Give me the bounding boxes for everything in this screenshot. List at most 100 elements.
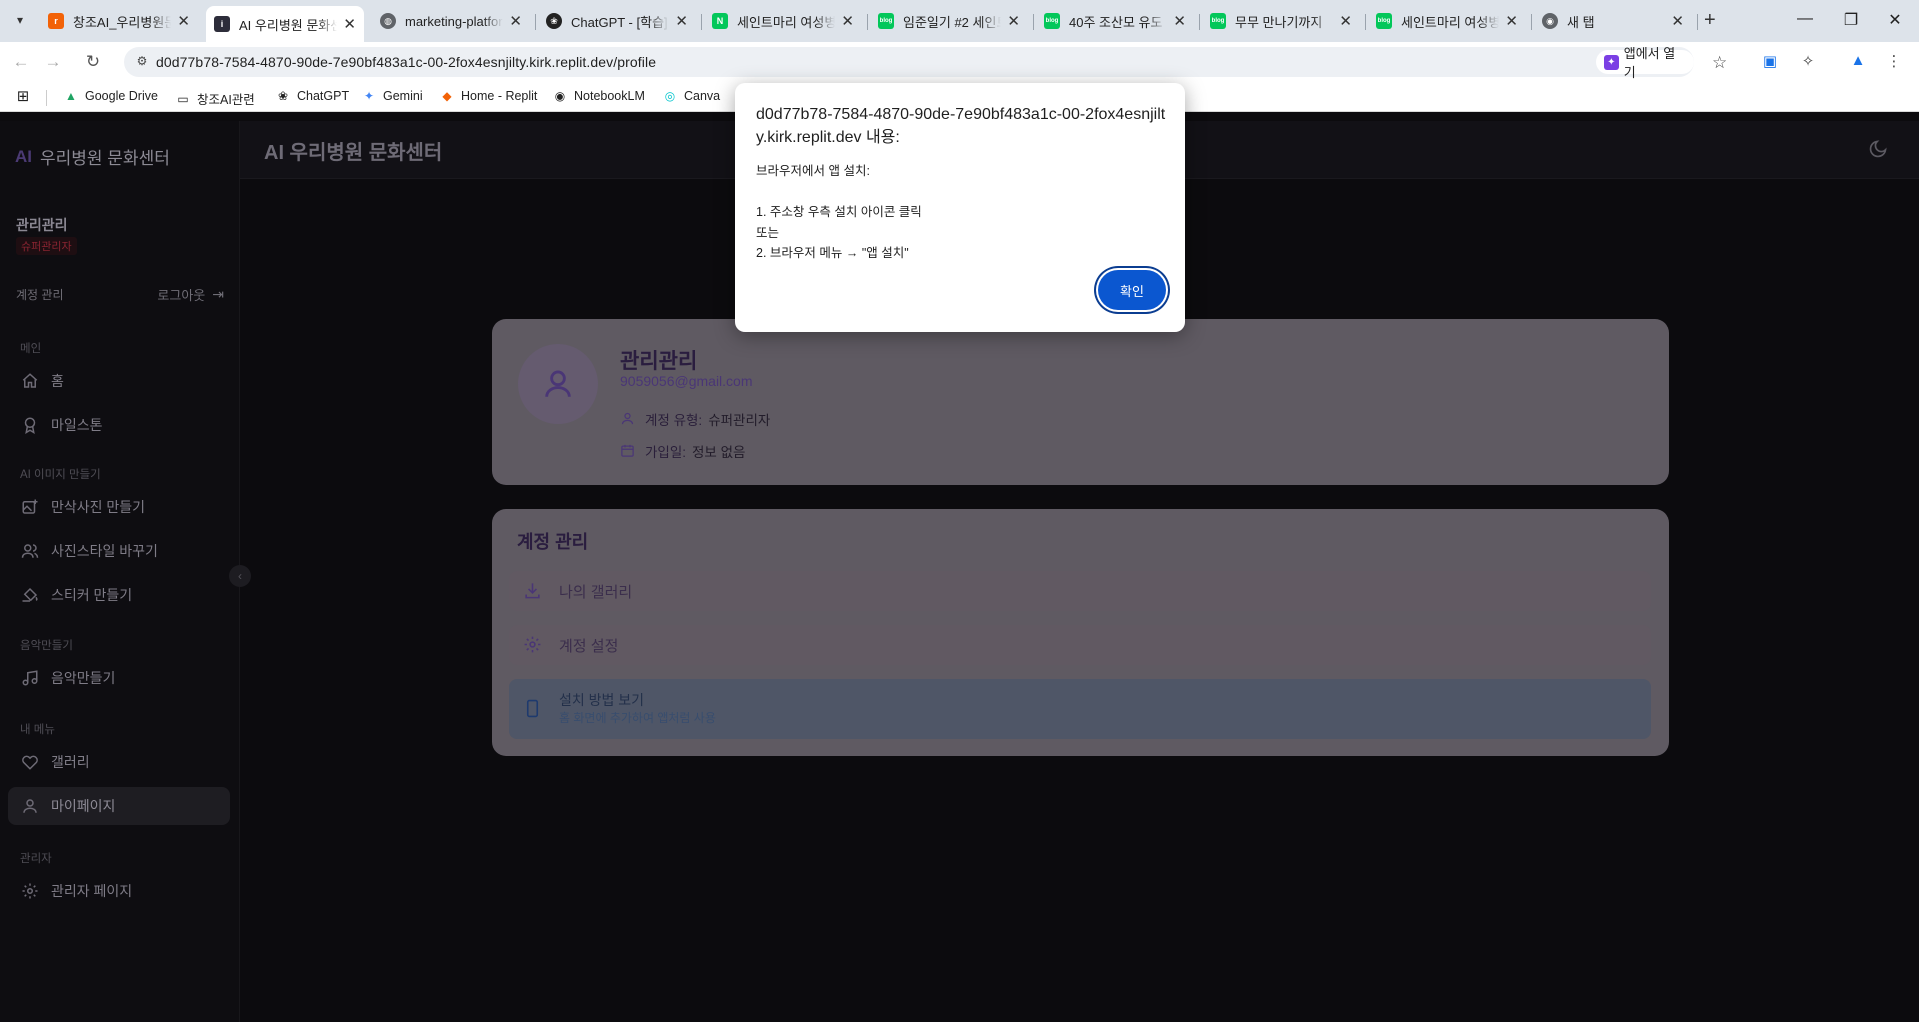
browser-tab[interactable]: blog 세인트마리 여성병원 ✕	[1368, 6, 1526, 36]
paint-bucket-icon	[20, 585, 40, 605]
bookmark-chatgpt[interactable]: ❀ ChatGPT	[276, 89, 349, 103]
browser-tab[interactable]: blog 무무 만나기까지 ✕	[1202, 6, 1360, 36]
site-info-icon[interactable]: ⚙	[134, 54, 150, 70]
browser-tab[interactable]: blog 임준일기 #2 세인트 ✕	[870, 6, 1028, 36]
close-tab-icon[interactable]: ✕	[343, 15, 356, 33]
canva-icon: ◎	[664, 89, 676, 103]
close-tab-icon[interactable]: ✕	[1671, 12, 1684, 30]
account-settings-button[interactable]: 계정 설정	[509, 625, 1651, 665]
reload-button[interactable]: ↻	[82, 52, 104, 72]
restore-button[interactable]: ❐	[1828, 10, 1874, 30]
close-tab-icon[interactable]: ✕	[509, 12, 522, 30]
sidebar-item-home[interactable]: 홈	[8, 362, 230, 400]
sidebar-item-sticker[interactable]: 스티커 만들기	[8, 576, 230, 614]
sidebar-item-mypage[interactable]: 마이페이지	[8, 787, 230, 825]
close-tab-icon[interactable]: ✕	[177, 12, 190, 30]
bookmark-folder[interactable]: ▭ 창조AI관련	[176, 89, 254, 108]
dark-mode-toggle-icon[interactable]	[1868, 139, 1888, 159]
account-management-card: 계정 관리 나의 갤러리 계정 설정 설치 방법 보기 홈 화면에 추가하여 앱…	[492, 509, 1669, 756]
section-label: 관리자	[20, 853, 52, 865]
user-role-badge: 슈퍼관리자	[16, 237, 77, 255]
forward-button[interactable]: →	[42, 52, 64, 72]
dialog-ok-button[interactable]: 확인	[1098, 270, 1166, 310]
blog-icon: blog	[1376, 13, 1392, 29]
naver-icon: N	[712, 13, 728, 29]
gemini-icon: ✦	[363, 89, 375, 103]
url-input[interactable]: ⚙ d0d77b78-7584-4870-90de-7e90bf483a1c-0…	[124, 46, 1694, 80]
apps-grid-icon[interactable]: ⊞	[16, 88, 37, 105]
folder-icon: ▭	[177, 91, 189, 106]
browser-tab[interactable]: ◉ 새 탭 ✕	[1534, 6, 1692, 36]
sidebar-item-music[interactable]: 음악만들기	[8, 659, 230, 697]
user-icon	[545, 370, 571, 397]
bookmark-star-icon[interactable]: ☆	[1712, 53, 1727, 73]
account-manage-link[interactable]: 계정 관리	[16, 288, 64, 302]
close-tab-icon[interactable]: ✕	[1173, 12, 1186, 30]
account-row: 계정 관리 로그아웃 ⇥	[16, 286, 224, 303]
minimize-button[interactable]: —	[1782, 10, 1828, 28]
avatar	[518, 344, 598, 424]
tab-search-chevron-icon[interactable]: ▾	[8, 8, 32, 32]
close-tab-icon[interactable]: ✕	[1007, 12, 1020, 30]
close-tab-icon[interactable]: ✕	[1339, 12, 1352, 30]
chatgpt-icon: ❀	[546, 13, 562, 29]
heart-icon	[20, 752, 40, 772]
bookmark-notebooklm[interactable]: ◉ NotebookLM	[553, 89, 645, 103]
bookmark-canva[interactable]: ◎ Canva	[663, 89, 720, 103]
brand-logo[interactable]: AI 우리병원 문화센터	[15, 144, 170, 169]
sidebar-item-photo-style[interactable]: 사진스타일 바꾸기	[8, 532, 230, 570]
user-icon	[20, 796, 40, 816]
close-window-button[interactable]: ✕	[1872, 10, 1918, 30]
sidebar-item-admin[interactable]: 관리자 페이지	[8, 872, 230, 910]
gear-icon	[20, 881, 40, 901]
music-icon	[20, 668, 40, 688]
browser-menu-icon[interactable]: ⋮	[1884, 52, 1904, 72]
open-in-app-button[interactable]: ✦ 앱에서 열기	[1596, 46, 1694, 80]
sidebar-item-gallery[interactable]: 갤러리	[8, 743, 230, 781]
back-button[interactable]: ←	[10, 52, 32, 72]
close-tab-icon[interactable]: ✕	[1505, 12, 1518, 30]
install-guide-button[interactable]: 설치 방법 보기 홈 화면에 추가하여 앱처럼 사용	[509, 679, 1651, 739]
extension-icon[interactable]: ▣	[1760, 52, 1780, 72]
sidebar-collapse-button[interactable]: ‹	[229, 565, 251, 587]
users-icon	[20, 541, 40, 561]
home-icon	[20, 371, 40, 391]
blog-icon: blog	[878, 13, 894, 29]
section-label: AI 이미지 만들기	[20, 469, 101, 481]
sidebar-item-milestone[interactable]: 마일스톤	[8, 406, 230, 444]
close-tab-icon[interactable]: ✕	[841, 12, 854, 30]
bookmark-replit[interactable]: ◆ Home - Replit	[440, 89, 537, 103]
profile-avatar-icon[interactable]: ▲	[1848, 52, 1868, 72]
app-icon: i	[214, 16, 230, 32]
bookmark-gemini[interactable]: ✦ Gemini	[362, 89, 423, 103]
sidebar-item-maternity-photo[interactable]: 만삭사진 만들기	[8, 488, 230, 526]
browser-tab[interactable]: blog 40주 조산모 유도 ✕	[1036, 6, 1194, 36]
section-label: 내 메뉴	[20, 724, 55, 736]
browser-tab[interactable]: r 창조AI_우리병원문화 ✕	[40, 6, 198, 36]
blog-icon: blog	[1210, 13, 1226, 29]
browser-tab-active[interactable]: i AI 우리병원 문화센터 ✕	[206, 6, 364, 42]
new-tab-button[interactable]: +	[1704, 9, 1716, 32]
extensions-puzzle-icon[interactable]: ✧	[1798, 52, 1818, 72]
browser-tab[interactable]: ◍ marketing-platform ✕	[372, 6, 530, 36]
browser-tab[interactable]: ❀ ChatGPT - [학습] ✕	[538, 6, 696, 36]
chrome-icon: ◉	[1542, 13, 1558, 29]
profile-email: 9059056@gmail.com	[620, 373, 753, 389]
logout-icon: ⇥	[212, 286, 224, 302]
bookmark-google-drive[interactable]: ▲ Google Drive	[64, 89, 158, 103]
calendar-icon	[620, 443, 636, 459]
page-title: AI 우리병원 문화센터	[264, 142, 443, 164]
profile-name: 관리관리	[620, 350, 698, 373]
logout-button[interactable]: 로그아웃 ⇥	[157, 285, 224, 304]
joined-date-row: 가입일: 정보 없음	[620, 441, 745, 461]
card-title: 계정 관리	[517, 532, 589, 552]
smartphone-icon	[523, 699, 543, 719]
close-tab-icon[interactable]: ✕	[675, 12, 688, 30]
browser-tab[interactable]: N 세인트마리 여성병원 ✕	[704, 6, 862, 36]
image-plus-icon	[20, 497, 40, 517]
replit-icon: r	[48, 13, 64, 29]
my-gallery-button[interactable]: 나의 갤러리	[509, 571, 1651, 611]
dialog-title: d0d77b78-7584-4870-90de-7e90bf483a1c-00-…	[756, 106, 1166, 146]
google-drive-icon: ▲	[65, 89, 77, 103]
account-type-row: 계정 유형: 슈퍼관리자	[620, 409, 770, 429]
